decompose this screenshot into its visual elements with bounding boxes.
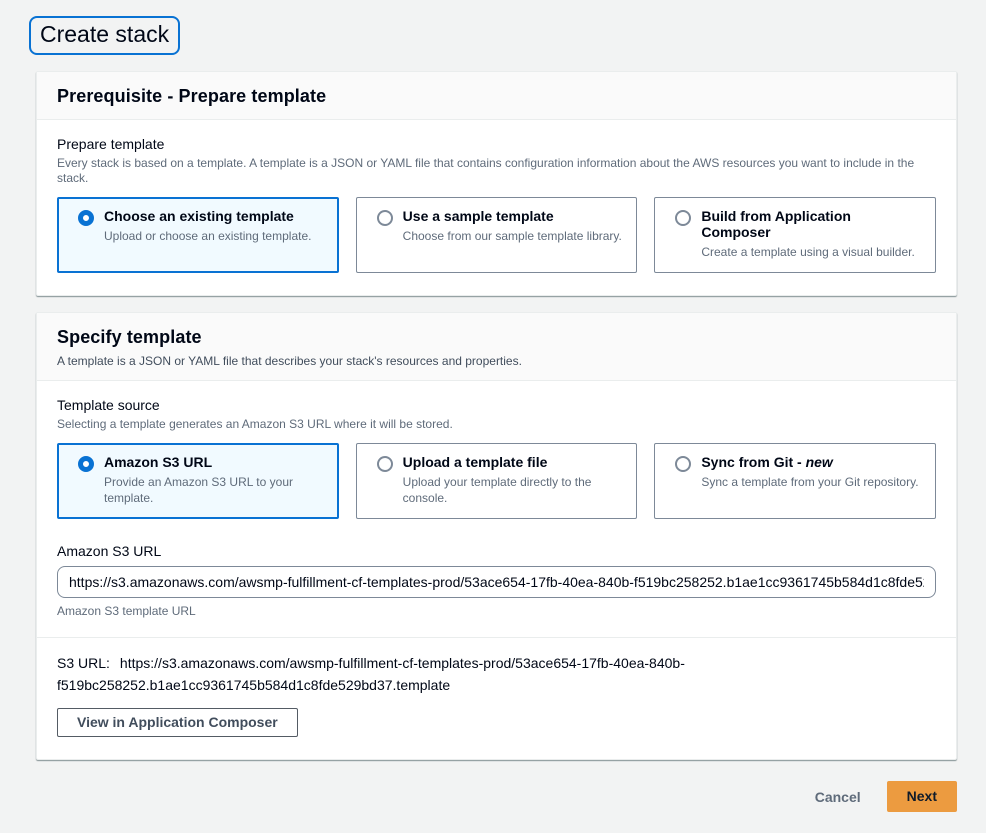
- page-title: Create stack: [29, 16, 180, 55]
- cancel-button[interactable]: Cancel: [813, 783, 863, 811]
- option-use-sample-template[interactable]: Use a sample template Choose from our sa…: [356, 197, 638, 273]
- option-label: Choose an existing template: [104, 208, 311, 224]
- wizard-actions: Cancel Next: [36, 781, 957, 812]
- prepare-template-options: Choose an existing template Upload or ch…: [57, 197, 936, 273]
- option-amazon-s3-url[interactable]: Amazon S3 URL Provide an Amazon S3 URL t…: [57, 443, 339, 519]
- option-sync-from-git[interactable]: Sync from Git - new Sync a template from…: [654, 443, 936, 519]
- prerequisite-section-header: Prerequisite - Prepare template: [37, 72, 956, 120]
- radio-unselected-icon[interactable]: [377, 456, 393, 472]
- radio-unselected-icon[interactable]: [675, 210, 691, 226]
- option-description: Choose from our sample template library.: [403, 228, 622, 244]
- option-build-from-application-composer[interactable]: Build from Application Composer Create a…: [654, 197, 936, 273]
- s3-url-display-value: https://s3.amazonaws.com/awsmp-fulfillme…: [57, 655, 685, 693]
- next-button[interactable]: Next: [887, 781, 957, 812]
- option-description: Create a template using a visual builder…: [701, 244, 921, 260]
- divider: [37, 637, 956, 638]
- s3-url-display: S3 URL:https://s3.amazonaws.com/awsmp-fu…: [57, 652, 797, 696]
- option-description: Upload your template directly to the con…: [403, 474, 623, 506]
- prerequisite-section-title: Prerequisite - Prepare template: [57, 86, 936, 107]
- option-label: Sync from Git - new: [701, 454, 918, 470]
- template-source-description: Selecting a template generates an Amazon…: [57, 417, 936, 432]
- template-source-options: Amazon S3 URL Provide an Amazon S3 URL t…: [57, 443, 936, 519]
- radio-unselected-icon[interactable]: [675, 456, 691, 472]
- option-upload-template-file[interactable]: Upload a template file Upload your templ…: [356, 443, 638, 519]
- radio-unselected-icon[interactable]: [377, 210, 393, 226]
- amazon-s3-url-input[interactable]: [57, 566, 936, 598]
- template-source-label: Template source: [57, 397, 936, 413]
- prepare-template-label: Prepare template: [57, 136, 936, 152]
- radio-selected-icon[interactable]: [78, 210, 94, 226]
- option-choose-existing-template[interactable]: Choose an existing template Upload or ch…: [57, 197, 339, 273]
- option-label: Build from Application Composer: [701, 208, 921, 240]
- new-badge-text: new: [806, 454, 833, 470]
- specify-template-title: Specify template: [57, 327, 936, 348]
- specify-template-section: Specify template A template is a JSON or…: [36, 312, 957, 760]
- option-label: Use a sample template: [403, 208, 622, 224]
- option-description: Provide an Amazon S3 URL to your templat…: [104, 474, 324, 506]
- specify-template-header: Specify template A template is a JSON or…: [37, 313, 956, 381]
- prerequisite-section: Prerequisite - Prepare template Prepare …: [36, 71, 957, 296]
- radio-selected-icon[interactable]: [78, 456, 94, 472]
- amazon-s3-url-label: Amazon S3 URL: [57, 543, 936, 559]
- option-description: Sync a template from your Git repository…: [701, 474, 918, 490]
- option-label: Amazon S3 URL: [104, 454, 324, 470]
- s3-url-display-label: S3 URL:: [57, 655, 110, 671]
- option-description: Upload or choose an existing template.: [104, 228, 311, 244]
- amazon-s3-url-helper: Amazon S3 template URL: [57, 604, 936, 618]
- prepare-template-description: Every stack is based on a template. A te…: [57, 156, 936, 186]
- specify-template-description: A template is a JSON or YAML file that d…: [57, 354, 936, 368]
- create-stack-page: Create stack Prerequisite - Prepare temp…: [36, 0, 957, 812]
- option-label: Upload a template file: [403, 454, 623, 470]
- view-in-application-composer-button[interactable]: View in Application Composer: [57, 708, 298, 737]
